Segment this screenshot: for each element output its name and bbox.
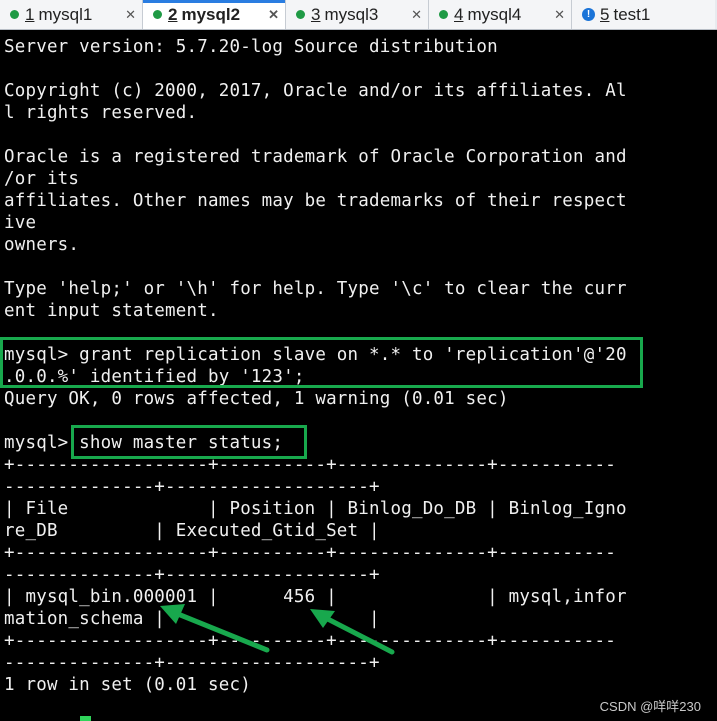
terminal-cursor (80, 716, 91, 721)
watermark: CSDN @咩咩230 (599, 699, 701, 714)
arrow-to-binlog-file-icon (165, 607, 270, 653)
arrow-to-position-icon (315, 611, 395, 655)
annotation-arrows (160, 604, 395, 655)
